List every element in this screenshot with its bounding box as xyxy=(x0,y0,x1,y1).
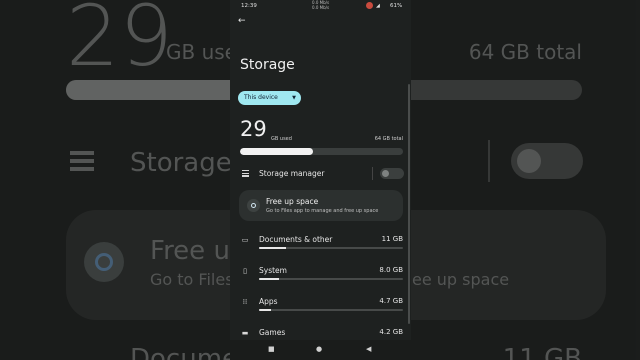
storage-manager-label: Storage manager xyxy=(259,169,325,178)
category-system[interactable]: ▯ System 8.0 GB xyxy=(230,264,411,290)
recents-icon[interactable]: ■ xyxy=(268,345,275,353)
category-bar xyxy=(259,278,403,280)
category-label: Games xyxy=(259,328,286,337)
free-up-subtitle: Go to Files app to manage and free up sp… xyxy=(266,208,379,214)
battery-level: 61% xyxy=(390,3,403,9)
free-up-title: Free up space xyxy=(266,197,319,206)
gear-icon xyxy=(247,199,260,212)
device-selector[interactable]: This device ▼ xyxy=(238,91,301,105)
gamepad-icon: ▬ xyxy=(241,329,249,337)
apps-grid-icon: ⁞⁞ xyxy=(242,298,248,306)
free-up-space-card[interactable]: Free up space Go to Files app to manage … xyxy=(239,190,403,221)
network-speed: 0.0 Mb/s 0.0 Mb/s xyxy=(312,0,330,10)
device-selector-label: This device xyxy=(244,94,278,101)
used-label: GB used xyxy=(271,136,292,142)
folder-icon: ▭ xyxy=(241,236,249,244)
status-time: 12:39 xyxy=(241,3,257,9)
storage-manager-icon xyxy=(242,170,249,178)
back-arrow-icon[interactable]: ← xyxy=(238,16,246,26)
scrollbar[interactable] xyxy=(408,84,410,324)
category-bar xyxy=(259,309,403,311)
storage-usage-bar xyxy=(240,148,403,155)
status-bar: 12:39 0.0 Mb/s 0.0 Mb/s ◢ 61% xyxy=(230,0,411,12)
category-label: Apps xyxy=(259,297,278,306)
category-value: 8.0 GB xyxy=(379,266,403,274)
total-label: 64 GB total xyxy=(374,136,403,142)
back-nav-icon[interactable]: ◀ xyxy=(366,345,371,353)
home-icon[interactable]: ● xyxy=(316,345,322,353)
category-value: 11 GB xyxy=(381,235,403,243)
category-apps[interactable]: ⁞⁞ Apps 4.7 GB xyxy=(230,295,411,321)
page-title: Storage xyxy=(240,57,295,73)
wifi-signal-icon: ◢ xyxy=(376,3,380,9)
divider xyxy=(372,167,373,180)
used-number: 29 xyxy=(240,117,267,141)
category-label: System xyxy=(259,266,287,275)
category-value: 4.7 GB xyxy=(379,297,403,305)
dropdown-caret-icon: ▼ xyxy=(292,95,296,101)
phone-screen: 12:39 0.0 Mb/s 0.0 Mb/s ◢ 61% ← Storage … xyxy=(230,0,411,360)
category-bar xyxy=(259,247,403,249)
storage-manager-row[interactable]: Storage manager xyxy=(230,166,411,182)
category-value: 4.2 GB xyxy=(379,328,403,336)
category-documents[interactable]: ▭ Documents & other 11 GB xyxy=(230,233,411,259)
phone-icon: ▯ xyxy=(243,267,247,275)
recording-icon xyxy=(366,2,373,9)
category-label: Documents & other xyxy=(259,235,333,244)
navigation-bar: ■ ● ◀ xyxy=(230,340,411,360)
storage-manager-toggle[interactable] xyxy=(380,168,404,179)
